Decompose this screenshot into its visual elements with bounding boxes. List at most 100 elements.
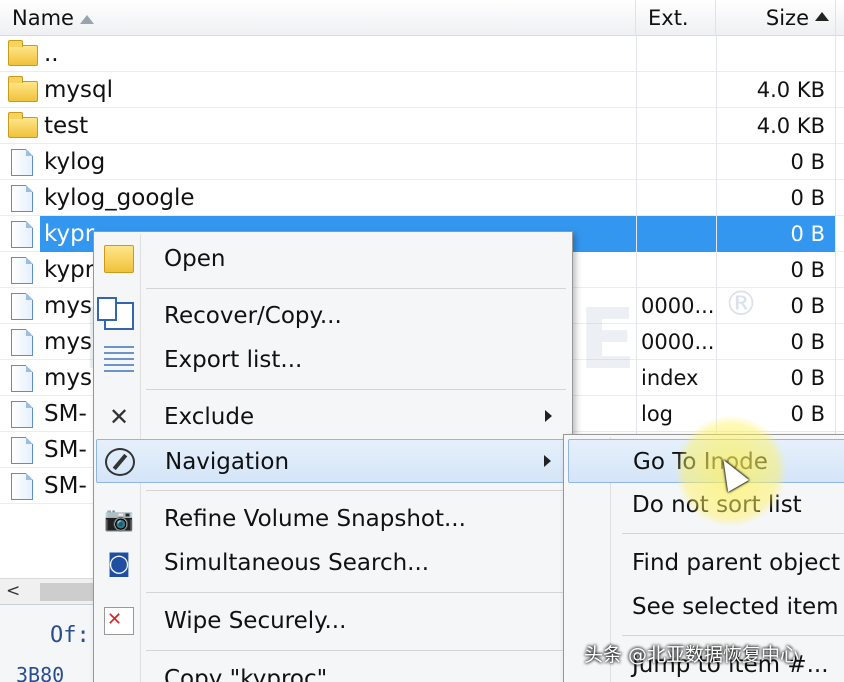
hex-offset-value: 3B80 <box>16 663 65 682</box>
table-row[interactable]: kylog 0 B <box>0 144 844 180</box>
menu-separator <box>622 635 844 636</box>
file-ext <box>636 180 716 216</box>
menu-item-label: Simultaneous Search... <box>164 550 430 576</box>
open-folder-icon <box>104 245 134 273</box>
menu-item-label: Export list... <box>164 347 303 373</box>
folder-icon <box>8 112 38 138</box>
file-name: SM- <box>44 401 87 427</box>
compass-icon <box>105 448 135 476</box>
sort-ascending-icon <box>815 12 829 21</box>
file-size: 0 B <box>716 324 836 360</box>
file-ext <box>636 72 716 108</box>
file-name: .. <box>44 41 59 67</box>
menu-item-label: Navigation <box>165 449 290 475</box>
file-name: kypr <box>44 257 95 283</box>
submenu-item-label: Find parent object <box>632 550 841 576</box>
file-icon <box>11 365 33 392</box>
file-name: mys <box>44 293 92 319</box>
file-icon <box>11 329 33 356</box>
file-name: SM- <box>44 437 87 463</box>
hex-offset-label: Of: <box>50 623 90 648</box>
submenu-arrow-icon <box>545 410 552 422</box>
file-ext <box>636 252 716 288</box>
menu-item-open[interactable]: Open <box>96 237 570 281</box>
file-icon <box>11 401 33 428</box>
file-size: 4.0 KB <box>716 72 836 108</box>
file-name: kypr <box>44 221 95 247</box>
x-icon: ✕ <box>108 403 130 431</box>
binoculars-icon: ◙ <box>107 549 131 577</box>
wipe-icon <box>104 607 134 635</box>
menu-item-recover-copy[interactable]: Recover/Copy... <box>96 294 570 338</box>
list-icon <box>104 346 134 374</box>
source-caption: 头条 @北亚数据恢复中心 <box>584 644 800 666</box>
menu-item-export-list[interactable]: Export list... <box>96 338 570 382</box>
column-header: Name Ext. Size <box>0 0 844 36</box>
file-name: SM- <box>44 473 87 499</box>
file-name: kylog <box>44 149 106 175</box>
column-name-header[interactable]: Name <box>0 0 636 36</box>
column-size-header[interactable]: Size <box>716 0 836 36</box>
table-row[interactable]: mysql 4.0 KB <box>0 72 844 108</box>
scroll-thumb[interactable] <box>40 583 100 601</box>
menu-item-label: Refine Volume Snapshot... <box>164 506 466 532</box>
file-size: 0 B <box>716 144 836 180</box>
submenu-item-find-parent[interactable]: Find parent object <box>568 541 844 585</box>
menu-item-refine-snapshot[interactable]: 📷 Refine Volume Snapshot... <box>96 497 570 541</box>
column-ext-header[interactable]: Ext. <box>636 0 716 36</box>
file-size: 0 B <box>716 180 836 216</box>
file-size: 0 B <box>716 216 836 252</box>
scroll-left-icon[interactable]: < <box>6 581 20 601</box>
menu-item-simultaneous-search[interactable]: ◙ Simultaneous Search... <box>96 541 570 585</box>
file-icon <box>11 293 33 320</box>
menu-item-label: Recover/Copy... <box>164 303 342 329</box>
file-icon <box>11 257 33 284</box>
file-icon <box>11 437 33 464</box>
file-ext <box>636 108 716 144</box>
menu-item-label: Open <box>164 246 226 272</box>
file-icon <box>11 221 33 248</box>
file-ext <box>636 144 716 180</box>
menu-item-label: Exclude <box>164 404 255 430</box>
file-name: mys <box>44 329 92 355</box>
file-ext: 0000... <box>636 288 716 324</box>
submenu-item-label: See selected item <box>632 594 839 620</box>
menu-separator <box>622 533 844 534</box>
menu-separator <box>146 592 566 593</box>
menu-separator <box>146 490 566 491</box>
menu-item-label: Copy "kyproc" <box>164 666 328 682</box>
column-size-label: Size <box>765 6 809 30</box>
watermark-registered-mark: ® <box>724 284 758 324</box>
folder-icon <box>8 40 38 66</box>
file-ext: 0000... <box>636 324 716 360</box>
sort-ascending-icon <box>79 14 94 24</box>
file-icon <box>11 473 33 500</box>
file-name: mys <box>44 365 92 391</box>
table-row[interactable]: test 4.0 KB <box>0 108 844 144</box>
submenu-arrow-icon <box>544 455 551 467</box>
file-ext: index <box>636 360 716 396</box>
file-name: mysql <box>44 77 113 103</box>
folder-icon <box>8 76 38 102</box>
menu-separator <box>146 288 566 289</box>
menu-item-wipe-securely[interactable]: Wipe Securely... <box>96 599 570 643</box>
file-icon <box>11 149 33 176</box>
file-size: 0 B <box>716 252 836 288</box>
column-ext-label: Ext. <box>648 6 689 30</box>
file-icon <box>11 185 33 212</box>
menu-item-exclude[interactable]: ✕ Exclude <box>96 395 570 439</box>
submenu-item-see-selected[interactable]: See selected item <box>568 585 844 629</box>
table-row[interactable]: .. <box>0 36 844 72</box>
file-name: kylog_google <box>44 185 195 211</box>
file-ext <box>636 216 716 252</box>
table-row[interactable]: kylog_google 0 B <box>0 180 844 216</box>
copy-icon <box>97 297 134 330</box>
file-size <box>716 36 836 72</box>
menu-separator <box>146 389 566 390</box>
context-menu: Open Recover/Copy... Export list... ✕ Ex… <box>93 231 573 682</box>
menu-separator <box>146 650 566 651</box>
menu-item-copy-name[interactable]: Copy "kyproc" <box>96 657 570 682</box>
file-name: test <box>44 113 89 139</box>
menu-item-navigation[interactable]: Navigation <box>96 439 570 483</box>
file-size: 0 B <box>716 360 836 396</box>
